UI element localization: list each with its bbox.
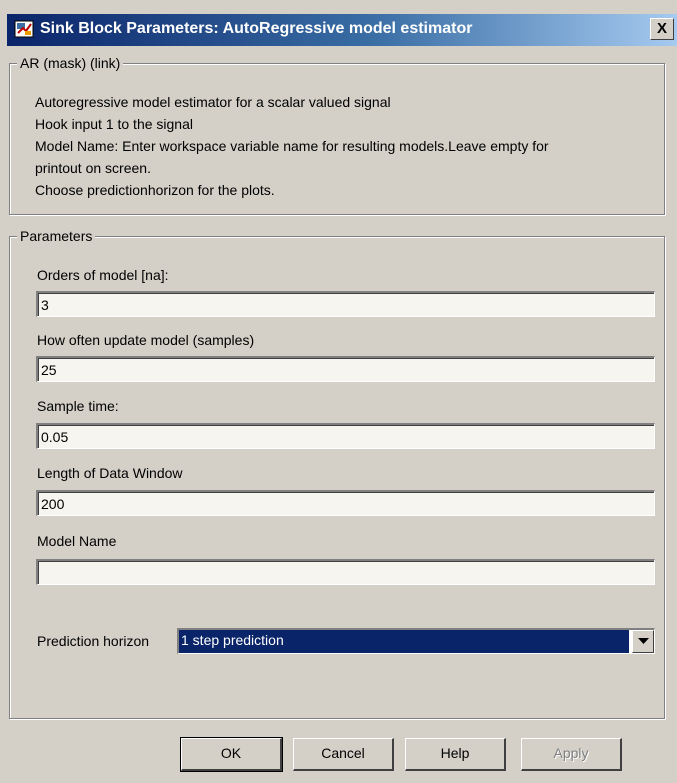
cancel-button[interactable]: Cancel (293, 738, 394, 771)
description-line-2: Hook input 1 to the signal (35, 116, 193, 132)
chevron-down-icon (638, 638, 649, 644)
order-label: Orders of model [na]: (37, 267, 169, 283)
description-line-3: Model Name: Enter workspace variable nam… (35, 138, 549, 154)
close-button[interactable]: X (650, 18, 674, 40)
window-title: Sink Block Parameters: AutoRegressive mo… (40, 20, 473, 37)
help-button[interactable]: Help (405, 738, 506, 771)
close-icon: X (656, 20, 667, 37)
model-name-input[interactable] (36, 559, 655, 585)
description-line-1: Autoregressive model estimator for a sca… (35, 94, 391, 110)
data-window-label: Length of Data Window (37, 465, 183, 481)
model-name-label: Model Name (37, 533, 117, 549)
dialog-window: Sink Block Parameters: AutoRegressive mo… (0, 0, 677, 783)
prediction-horizon-value: 1 step prediction (179, 630, 629, 653)
description-line-5: Choose predictionhorizon for the plots. (35, 182, 275, 198)
simulink-block-icon (14, 19, 34, 39)
title-bar[interactable]: Sink Block Parameters: AutoRegressive mo… (7, 14, 677, 46)
data-window-input[interactable] (36, 490, 655, 516)
sample-time-input[interactable] (36, 423, 655, 449)
update-interval-label: How often update model (samples) (37, 332, 255, 348)
sample-time-label: Sample time: (37, 398, 119, 414)
apply-button[interactable]: Apply (521, 738, 622, 771)
description-line-4: printout on screen. (35, 160, 151, 176)
prediction-horizon-label: Prediction horizon (37, 633, 150, 649)
ok-button[interactable]: OK (180, 737, 283, 772)
parameters-legend: Parameters (17, 228, 96, 245)
dropdown-button[interactable] (632, 630, 654, 653)
prediction-horizon-select[interactable]: 1 step prediction (177, 628, 655, 654)
order-input[interactable] (36, 291, 655, 317)
update-interval-input[interactable] (36, 356, 655, 382)
description-legend: AR (mask) (link) (17, 55, 124, 72)
